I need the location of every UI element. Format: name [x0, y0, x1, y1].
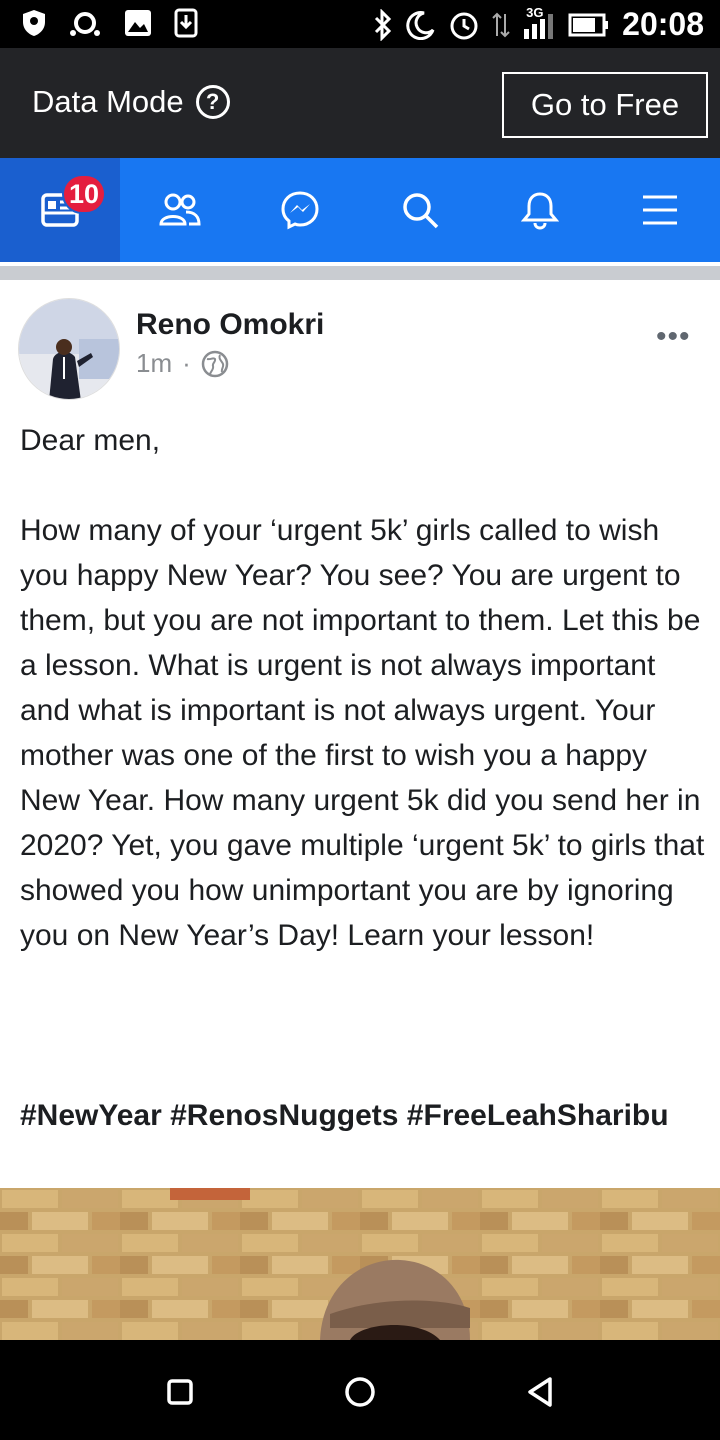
moon-icon: [406, 10, 435, 40]
post-time[interactable]: 1m: [136, 348, 172, 379]
tab-menu[interactable]: [600, 158, 720, 262]
notification-badge: 10: [62, 174, 107, 214]
feed-divider: [0, 262, 720, 280]
go-to-free-button[interactable]: Go to Free: [502, 72, 708, 138]
notifications-icon: [521, 192, 559, 230]
back-button[interactable]: [524, 1375, 556, 1409]
tab-friends[interactable]: [120, 158, 240, 262]
download-icon: [174, 8, 198, 38]
data-mode-text: Data Mode: [32, 84, 184, 119]
tab-notifications[interactable]: [480, 158, 600, 262]
help-icon[interactable]: ?: [195, 85, 230, 119]
tab-messenger[interactable]: [240, 158, 360, 262]
data-mode-label[interactable]: Data Mode ?: [32, 84, 230, 120]
meta-separator: ·: [182, 348, 191, 378]
record-icon: [70, 12, 100, 36]
image-icon: [125, 10, 151, 36]
post-body: Dear men, How many of your ‘urgent 5k’ g…: [20, 424, 705, 952]
data-transfer-icon: [492, 12, 510, 37]
search-icon: [403, 193, 439, 229]
clock: 20:08: [622, 6, 704, 42]
post-meta: 1m ·: [136, 348, 229, 379]
signal-icon: 3G: [522, 5, 556, 41]
post-author[interactable]: Reno Omokri: [136, 308, 324, 342]
alarm-icon: [450, 12, 478, 39]
system-navigation-bar: [0, 1340, 720, 1440]
battery-icon: [568, 13, 609, 36]
friends-icon: [159, 193, 201, 226]
shield-icon: [23, 10, 45, 36]
status-bar: 3G 20:08: [0, 0, 720, 48]
globe-icon: [201, 350, 229, 377]
home-button[interactable]: [343, 1375, 377, 1409]
messenger-icon: [281, 191, 319, 230]
bluetooth-icon: [375, 8, 392, 41]
nav-bar: 10: [0, 158, 720, 262]
post-image[interactable]: [0, 1188, 720, 1340]
avatar[interactable]: [18, 298, 120, 400]
post-options-button[interactable]: •••: [656, 320, 691, 354]
tab-search[interactable]: [360, 158, 480, 262]
post-hashtags[interactable]: #NewYear #RenosNuggets #FreeLeahSharibu: [20, 1093, 710, 1138]
tab-news-feed[interactable]: 10: [0, 158, 120, 262]
menu-icon: [643, 195, 677, 225]
data-mode-bar: Data Mode ? Go to Free: [0, 48, 720, 158]
recent-apps-button[interactable]: [166, 1378, 194, 1406]
